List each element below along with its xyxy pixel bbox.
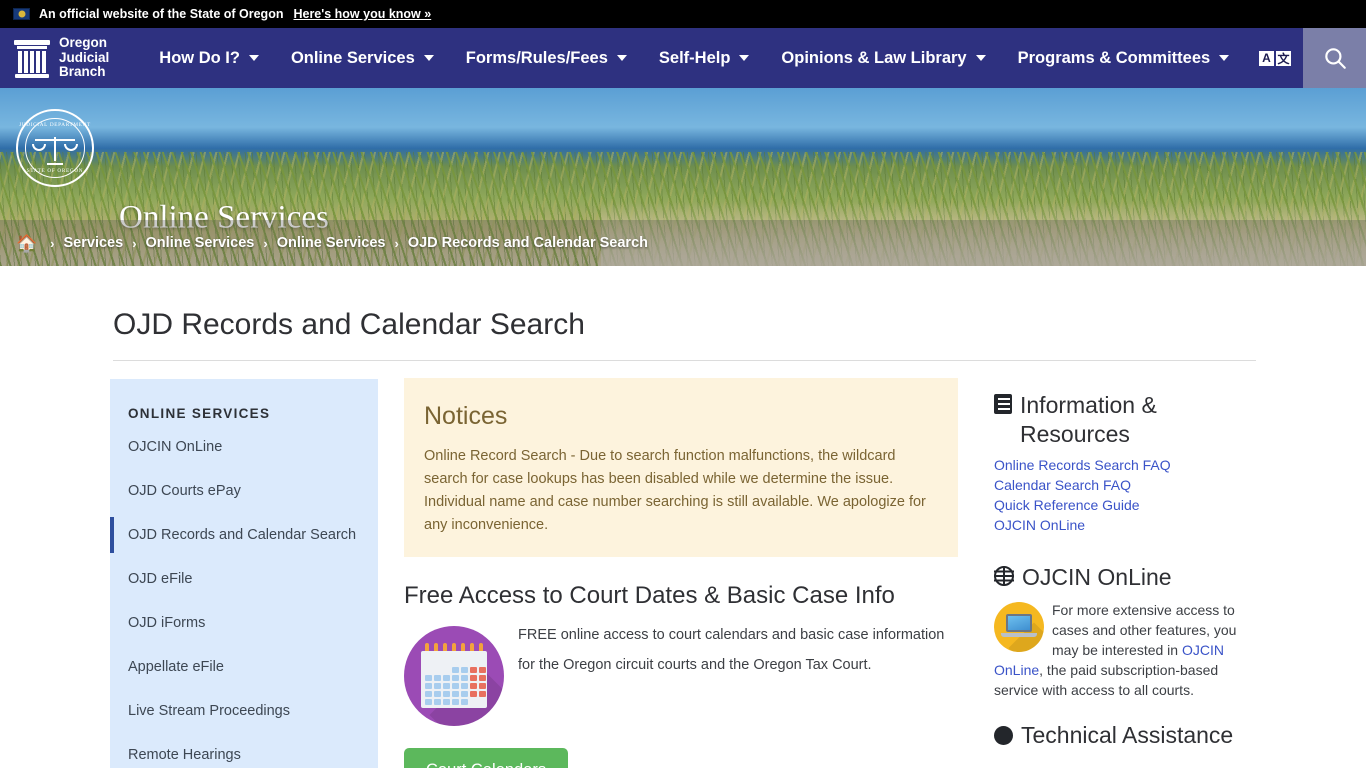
free-access-block: FREE online access to court calendars an…	[404, 620, 958, 726]
notices-heading: Notices	[424, 402, 508, 430]
main-column: Notices Online Record Search - Due to se…	[378, 378, 984, 768]
nav-item-self-help[interactable]: Self-Help	[643, 28, 766, 88]
nav-label: Forms/Rules/Fees	[465, 48, 608, 67]
breadcrumb-separator: ›	[394, 235, 399, 251]
breadcrumb-item-online-services-1[interactable]: Online Services	[146, 235, 255, 251]
chevron-down-icon	[423, 55, 434, 61]
breadcrumb-item-services[interactable]: Services	[64, 235, 124, 251]
calendar-icon	[404, 626, 504, 726]
laptop-icon	[994, 602, 1044, 652]
technical-assistance-title: Technical Assistance	[1021, 722, 1234, 748]
official-state-banner: An official website of the State of Oreg…	[0, 0, 1366, 28]
breadcrumb-separator: ›	[132, 235, 137, 251]
scales-of-justice-icon	[32, 131, 78, 165]
translate-icon[interactable]: A 文	[1247, 28, 1303, 88]
nav-right-tools: A 文	[1247, 28, 1366, 88]
heres-how-you-know-link[interactable]: Here's how you know »	[293, 7, 431, 21]
notices-panel: Notices Online Record Search - Due to se…	[404, 378, 958, 557]
sidebar-item-ojd-efile[interactable]: OJD eFile	[110, 561, 378, 597]
courthouse-pillar-icon	[14, 38, 50, 78]
nav-label: Self-Help	[658, 48, 731, 67]
official-site-text: An official website of the State of Oreg…	[39, 7, 284, 21]
sidebar-item-appellate-efile[interactable]: Appellate eFile	[110, 649, 378, 685]
nav-label: Programs & Committees	[1017, 48, 1211, 67]
link-online-records-search-faq[interactable]: Online Records Search FAQ	[994, 455, 1256, 475]
link-quick-reference-guide[interactable]: Quick Reference Guide	[994, 495, 1256, 515]
sidebar-item-ojd-courts-epay[interactable]: OJD Courts ePay	[110, 473, 378, 509]
free-access-body: FREE online access to court calendars an…	[518, 627, 945, 673]
translate-letter-a: A	[1258, 49, 1275, 67]
nav-label: Opinions & Law Library	[781, 48, 967, 67]
sidebar-item-ojd-iforms[interactable]: OJD iForms	[110, 605, 378, 641]
technical-assistance-heading: Technical Assistance	[994, 722, 1256, 748]
breadcrumb-separator: ›	[50, 235, 55, 251]
sidebar-item-remote-hearings[interactable]: Remote Hearings	[110, 737, 378, 768]
breadcrumb-item-current: OJD Records and Calendar Search	[407, 235, 648, 251]
ojcin-online-body: For more extensive access to cases and o…	[994, 600, 1256, 700]
brand-text: Oregon Judicial Branch	[59, 36, 109, 80]
ojcin-online-title: OJCIN OnLine	[1022, 564, 1172, 590]
page-content: OJD Records and Calendar Search ONLINE S…	[0, 308, 1366, 768]
judicial-seal-icon: JUDICIAL DEPARTMENT STATE OF OREGON	[16, 109, 94, 187]
brand-line-2: Judicial	[59, 49, 110, 65]
chevron-down-icon	[616, 55, 627, 61]
nav-links: How Do I? Online Services Forms/Rules/Fe…	[143, 28, 1245, 88]
information-resources-links: Online Records Search FAQ Calendar Searc…	[994, 455, 1256, 535]
page-title: OJD Records and Calendar Search	[113, 308, 1256, 361]
gear-icon	[994, 725, 1013, 745]
right-rail: Information & Resources Online Records S…	[984, 379, 1256, 768]
nav-item-how-do-i[interactable]: How Do I?	[143, 28, 275, 88]
sidebar-item-ojd-records-and-calendar-search[interactable]: OJD Records and Calendar Search	[110, 517, 378, 553]
information-resources-heading: Information & Resources	[994, 391, 1256, 449]
translate-letter-cjk: 文	[1275, 49, 1292, 67]
link-calendar-search-faq[interactable]: Calendar Search FAQ	[994, 475, 1256, 495]
chevron-down-icon	[975, 55, 986, 61]
court-calendars-button[interactable]: Court Calendars	[404, 748, 569, 768]
nav-label: How Do I?	[159, 48, 240, 67]
content-columns: ONLINE SERVICES OJCIN OnLine OJD Courts …	[110, 378, 1256, 768]
ojcin-online-heading: OJCIN OnLine	[993, 563, 1256, 592]
nav-item-opinions-law-library[interactable]: Opinions & Law Library	[765, 28, 1001, 88]
link-ojcin-online[interactable]: OJCIN OnLine	[994, 515, 1256, 535]
left-sidebar: ONLINE SERVICES OJCIN OnLine OJD Courts …	[110, 379, 378, 768]
seal-bottom-text: STATE OF OREGON	[26, 168, 84, 174]
brand-line-1: Oregon	[59, 35, 108, 51]
brand-line-3: Branch	[59, 64, 106, 80]
breadcrumb: 🏠 › Services › Online Services › Online …	[0, 220, 1366, 266]
chevron-down-icon	[1219, 55, 1230, 61]
main-navigation-bar: Oregon Judicial Branch How Do I? Online …	[0, 28, 1366, 88]
hero-banner: JUDICIAL DEPARTMENT STATE OF OREGON Onli…	[0, 88, 1366, 266]
sidebar-title: ONLINE SERVICES	[128, 406, 271, 421]
nav-label: Online Services	[290, 48, 415, 67]
home-icon[interactable]: 🏠	[16, 235, 37, 252]
nav-item-programs-committees[interactable]: Programs & Committees	[1002, 28, 1246, 88]
site-logo[interactable]: Oregon Judicial Branch	[0, 28, 121, 88]
nav-item-online-services[interactable]: Online Services	[275, 28, 450, 88]
notices-body: Online Record Search - Due to search fun…	[424, 448, 926, 533]
seal-top-text: JUDICIAL DEPARTMENT	[19, 122, 91, 128]
nav-item-forms-rules-fees[interactable]: Forms/Rules/Fees	[450, 28, 643, 88]
breadcrumb-item-online-services-2[interactable]: Online Services	[277, 235, 386, 251]
search-icon[interactable]	[1303, 28, 1366, 88]
breadcrumb-separator: ›	[263, 235, 268, 251]
button-row: Court Calendars	[404, 728, 958, 768]
information-resources-title: Information & Resources	[1020, 392, 1157, 447]
book-icon	[994, 394, 1012, 414]
globe-icon	[993, 565, 1014, 586]
free-access-heading: Free Access to Court Dates & Basic Case …	[404, 582, 895, 609]
chevron-down-icon	[248, 55, 259, 61]
chevron-down-icon	[739, 55, 750, 61]
sidebar-item-live-stream-proceedings[interactable]: Live Stream Proceedings	[110, 693, 378, 729]
oregon-flag-icon	[13, 8, 30, 20]
sidebar-item-ojcin-online[interactable]: OJCIN OnLine	[110, 429, 378, 465]
